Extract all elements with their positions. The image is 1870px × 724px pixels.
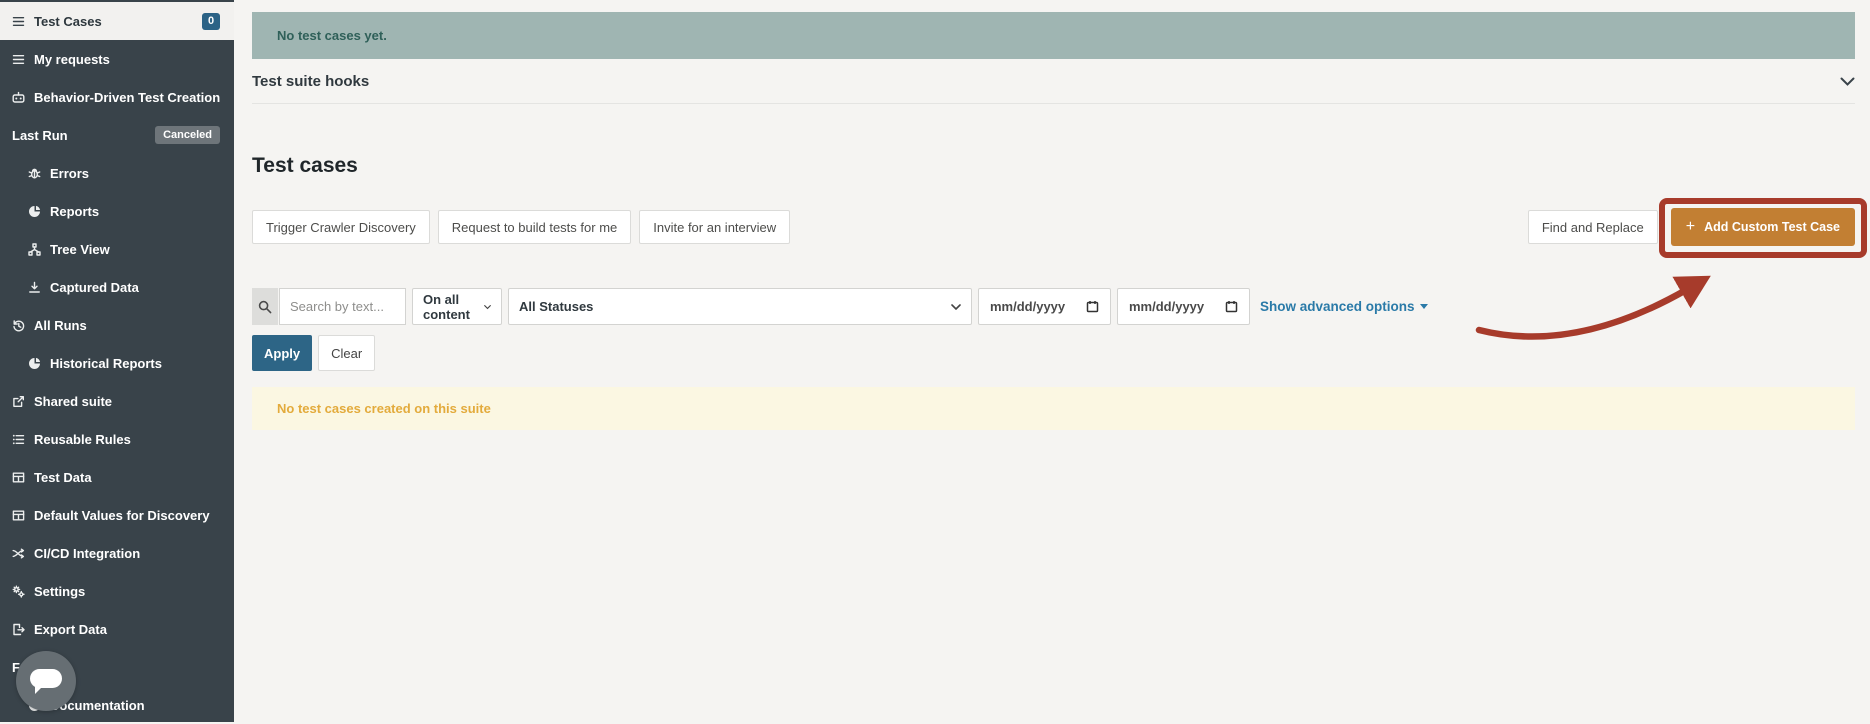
sidebar-item-label: Export Data bbox=[34, 621, 107, 637]
table-icon bbox=[12, 510, 25, 521]
sidebar-item-reports[interactable]: Reports bbox=[0, 192, 234, 230]
app-root: Test Cases 0 My requests Behavior-Driven… bbox=[0, 0, 1870, 722]
plus-icon: + bbox=[1685, 218, 1696, 235]
history-icon bbox=[13, 319, 25, 331]
sidebar: Test Cases 0 My requests Behavior-Driven… bbox=[0, 0, 234, 722]
clear-button[interactable]: Clear bbox=[318, 335, 376, 371]
menu-icon bbox=[12, 54, 25, 64]
add-custom-test-case-button[interactable]: + Add Custom Test Case bbox=[1670, 208, 1855, 246]
status-select[interactable]: All Statuses bbox=[508, 288, 972, 325]
sidebar-item-label: CI/CD Integration bbox=[34, 545, 141, 561]
main-content: No test cases yet. Test suite hooks Test… bbox=[234, 0, 1870, 722]
search-group bbox=[252, 288, 406, 325]
chevron-down-icon bbox=[951, 303, 961, 310]
sidebar-item-export-data[interactable]: Export Data bbox=[0, 610, 234, 648]
sidebar-item-label: Reusable Rules bbox=[34, 431, 131, 447]
tree-icon bbox=[28, 242, 41, 256]
find-replace-button[interactable]: Find and Replace bbox=[1527, 210, 1658, 244]
sidebar-item-settings[interactable]: Settings bbox=[0, 572, 234, 610]
download-icon bbox=[29, 281, 40, 293]
status-badge: Canceled bbox=[155, 126, 220, 144]
scope-select[interactable]: On all content bbox=[412, 288, 502, 325]
sidebar-item-last-run[interactable]: Last Run Canceled bbox=[0, 116, 234, 154]
add-custom-wrap: + Add Custom Test Case bbox=[1658, 198, 1867, 258]
sidebar-item-label: Last Run bbox=[12, 127, 68, 143]
sidebar-item-label: All Runs bbox=[34, 317, 87, 333]
calendar-icon[interactable] bbox=[1225, 300, 1238, 313]
sidebar-item-my-requests[interactable]: My requests bbox=[0, 40, 234, 78]
empty-warning-text: No test cases created on this suite bbox=[277, 401, 491, 416]
apply-row: Apply Clear bbox=[252, 335, 1855, 371]
menu-icon bbox=[12, 16, 25, 26]
sidebar-item-label: My requests bbox=[34, 51, 110, 67]
trigger-crawler-button[interactable]: Trigger Crawler Discovery bbox=[252, 210, 430, 244]
shuffle-icon bbox=[12, 548, 25, 558]
sidebar-item-label: Reports bbox=[50, 203, 100, 219]
sidebar-item-label: Settings bbox=[34, 583, 86, 599]
right-actions-group: Find and Replace + Add Custom Test Case bbox=[1527, 198, 1867, 258]
scope-select-value: On all content bbox=[423, 291, 470, 322]
sidebar-item-errors[interactable]: Errors bbox=[0, 154, 234, 192]
page-title: Test cases bbox=[252, 154, 358, 177]
gears-icon bbox=[12, 585, 25, 598]
sidebar-item-label: Test Data bbox=[34, 469, 92, 485]
search-icon-box[interactable] bbox=[252, 288, 278, 325]
empty-warning-banner: No test cases created on this suite bbox=[252, 387, 1855, 430]
sidebar-item-label: Tree View bbox=[50, 241, 110, 257]
sidebar-item-captured-data[interactable]: Captured Data bbox=[0, 268, 234, 306]
filter-row: On all content All Statuses mm/dd/yyyy m… bbox=[252, 288, 1855, 325]
hooks-header[interactable]: Test suite hooks bbox=[252, 59, 1855, 104]
pie-chart-icon bbox=[29, 205, 41, 217]
share-icon bbox=[13, 395, 24, 407]
sidebar-item-all-runs[interactable]: All Runs bbox=[0, 306, 234, 344]
sidebar-item-label: Historical Reports bbox=[50, 355, 162, 371]
advanced-options-link[interactable]: Show advanced options bbox=[1260, 299, 1428, 314]
calendar-icon[interactable] bbox=[1086, 300, 1099, 313]
chat-launcher-button[interactable] bbox=[16, 651, 76, 711]
table-icon bbox=[12, 472, 25, 483]
sidebar-item-label: Errors bbox=[50, 165, 90, 181]
count-badge: 0 bbox=[202, 12, 220, 30]
date-to-value: mm/dd/yyyy bbox=[1129, 299, 1205, 314]
hooks-title: Test suite hooks bbox=[252, 72, 370, 90]
sidebar-item-cicd-integration[interactable]: CI/CD Integration bbox=[0, 534, 234, 572]
search-input[interactable] bbox=[279, 288, 406, 325]
date-to-input[interactable]: mm/dd/yyyy bbox=[1117, 288, 1250, 325]
apply-button[interactable]: Apply bbox=[252, 335, 313, 371]
sidebar-item-label: Shared suite bbox=[34, 393, 113, 409]
chat-bubble-icon bbox=[30, 669, 62, 694]
advanced-options-label: Show advanced options bbox=[1260, 299, 1415, 314]
sidebar-item-shared-suite[interactable]: Shared suite bbox=[0, 382, 234, 420]
sidebar-item-tree-view[interactable]: Tree View bbox=[0, 230, 234, 268]
left-actions-group: Trigger Crawler Discovery Request to bui… bbox=[252, 210, 791, 244]
pie-chart-icon bbox=[29, 357, 41, 369]
caret-down-icon bbox=[1419, 304, 1428, 313]
sidebar-item-reusable-rules[interactable]: Reusable Rules bbox=[0, 420, 234, 458]
bug-icon bbox=[28, 168, 41, 178]
add-custom-label: Add Custom Test Case bbox=[1704, 220, 1840, 234]
file-export-icon bbox=[13, 623, 25, 635]
date-from-value: mm/dd/yyyy bbox=[990, 299, 1066, 314]
sidebar-item-default-values-for-discovery[interactable]: Default Values for Discovery bbox=[0, 496, 234, 534]
robot-icon bbox=[12, 91, 25, 103]
sidebar-item-test-cases[interactable]: Test Cases 0 bbox=[0, 2, 234, 40]
sidebar-item-label: Behavior-Driven Test Creation bbox=[34, 89, 221, 105]
chevron-down-icon[interactable] bbox=[1840, 77, 1855, 86]
request-tests-button[interactable]: Request to build tests for me bbox=[437, 210, 632, 244]
sidebar-item-label: Test Cases bbox=[34, 13, 102, 29]
chevron-down-icon bbox=[484, 304, 491, 309]
search-icon bbox=[258, 300, 272, 313]
list-icon bbox=[12, 434, 25, 444]
sidebar-item-historical-reports[interactable]: Historical Reports bbox=[0, 344, 234, 382]
actions-row: Trigger Crawler Discovery Request to bui… bbox=[252, 198, 1867, 258]
invite-interview-button[interactable]: Invite for an interview bbox=[639, 210, 791, 244]
sidebar-item-test-data[interactable]: Test Data bbox=[0, 458, 234, 496]
notice-banner: No test cases yet. bbox=[252, 12, 1855, 59]
sidebar-item-label: Default Values for Discovery bbox=[34, 507, 210, 523]
date-from-input[interactable]: mm/dd/yyyy bbox=[978, 288, 1111, 325]
sidebar-item-label: Captured Data bbox=[50, 279, 139, 295]
notice-banner-text: No test cases yet. bbox=[277, 28, 387, 43]
sidebar-item-behavior-driven-test-creation[interactable]: Behavior-Driven Test Creation bbox=[0, 78, 234, 116]
status-select-value: All Statuses bbox=[519, 299, 594, 314]
